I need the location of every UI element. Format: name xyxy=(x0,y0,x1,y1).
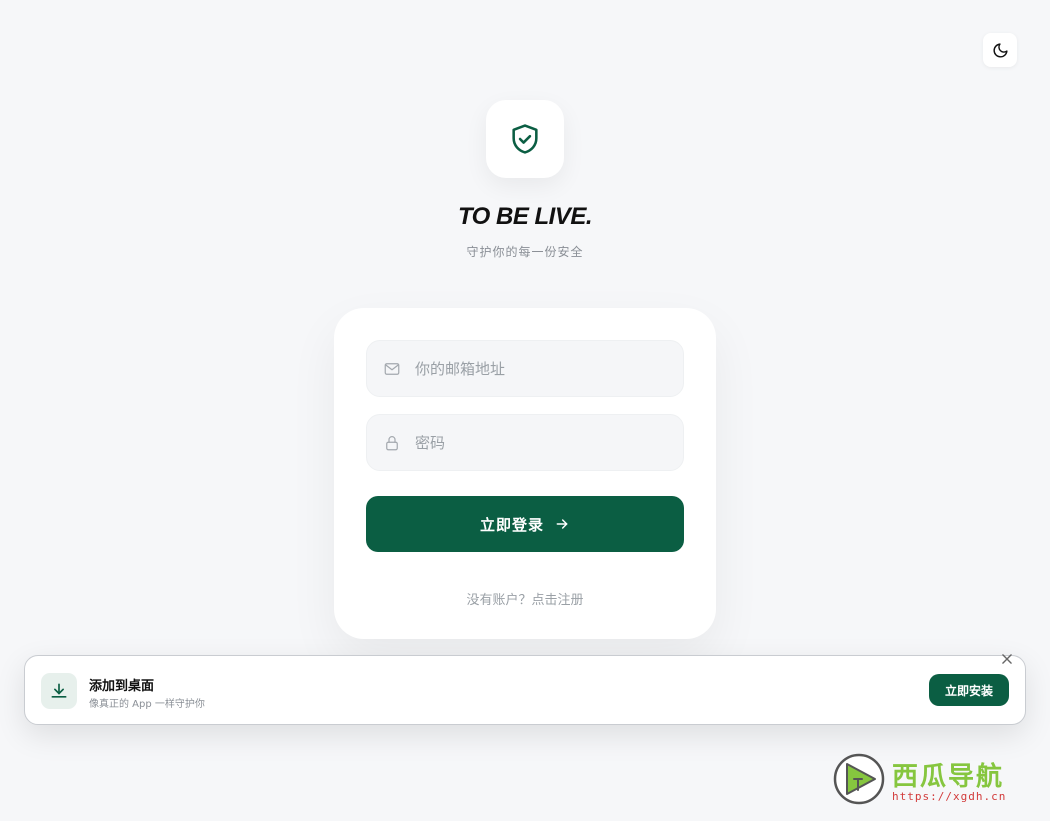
password-input[interactable] xyxy=(415,433,665,452)
theme-toggle-button[interactable] xyxy=(983,33,1017,67)
download-icon xyxy=(41,673,77,709)
install-banner: 添加到桌面 像真正的 App 一样守护你 立即安装 xyxy=(24,654,1026,725)
install-title: 添加到桌面 xyxy=(89,679,155,694)
install-description: 像真正的 App 一样守护你 xyxy=(89,699,205,710)
login-button-label: 立即登录 xyxy=(479,515,544,534)
watermark-url: https://xgdh.cn xyxy=(892,790,1007,803)
close-icon[interactable] xyxy=(998,650,1016,668)
login-button[interactable]: 立即登录 xyxy=(366,496,684,552)
arrow-right-icon xyxy=(554,516,570,532)
install-button[interactable]: 立即安装 xyxy=(929,674,1009,706)
moon-icon xyxy=(993,42,1008,57)
brand-title: TO BE LIVE. xyxy=(457,203,593,230)
register-link[interactable]: 没有账户？点击注册 xyxy=(334,589,716,608)
lock-icon xyxy=(383,434,401,452)
shield-check-icon xyxy=(512,124,538,154)
watermark-logo-icon xyxy=(833,753,885,805)
watermark: 西瓜导航 https://xgdh.cn xyxy=(832,752,1037,808)
login-card: 立即登录 没有账户？点击注册 xyxy=(334,308,716,639)
mail-icon xyxy=(383,360,401,378)
brand-subtitle: 守护你的每一份安全 xyxy=(466,245,584,259)
email-field[interactable] xyxy=(366,340,684,397)
watermark-title: 西瓜导航 xyxy=(892,762,1005,792)
email-input[interactable] xyxy=(415,359,665,378)
password-field[interactable] xyxy=(366,414,684,471)
app-logo xyxy=(486,100,564,178)
